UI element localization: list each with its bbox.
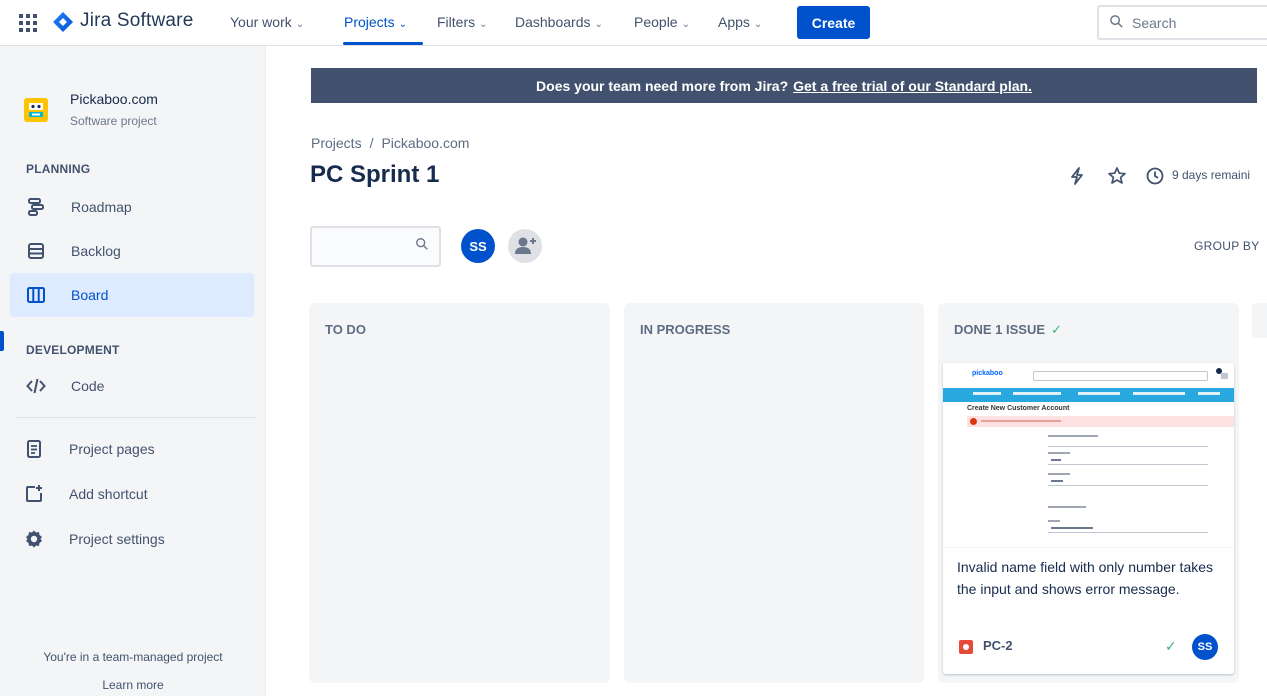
sidebar-item-project-settings[interactable]: Project settings [10, 517, 254, 561]
project-avatar[interactable] [24, 98, 48, 122]
check-icon: ✓ [1051, 322, 1062, 337]
board-icon [27, 287, 45, 303]
issue-card[interactable]: pickaboo Create New Customer Account Inv… [943, 363, 1234, 674]
board-search-input[interactable] [310, 226, 441, 267]
thumbnail-navbar [943, 388, 1234, 402]
create-button[interactable]: Create [797, 6, 870, 39]
backlog-icon [28, 243, 44, 259]
active-item-indicator [0, 331, 4, 351]
search-placeholder: Search [1132, 15, 1177, 31]
sidebar-item-code[interactable]: Code [10, 364, 254, 408]
bug-icon [959, 640, 973, 654]
project-type: Software project [70, 114, 157, 128]
thumbnail-logo: pickaboo [972, 370, 1003, 377]
sidebar-item-label: Add shortcut [69, 486, 148, 502]
column-title-wrap: DONE 1 ISSUE ✓ [954, 322, 1062, 338]
thumbnail-field [1048, 523, 1208, 533]
clock-icon [1146, 167, 1164, 185]
chevron-down-icon: ⌄ [295, 19, 305, 30]
sidebar-item-label: Project pages [69, 441, 155, 457]
learn-more-link[interactable]: Learn more [0, 678, 266, 692]
top-navigation: Jira Software Your work ⌄ Projects ⌄ Filte… [0, 0, 1267, 46]
column-title: DONE 1 ISSUE [954, 322, 1046, 337]
group-by-label[interactable]: GROUP BY [1194, 239, 1260, 253]
breadcrumb-projects[interactable]: Projects [311, 135, 362, 151]
chevron-down-icon: ⌄ [398, 19, 407, 30]
issue-assignee-avatar[interactable]: SS [1192, 634, 1218, 660]
sprint-days-remaining: 9 days remaini [1172, 168, 1251, 182]
jira-logo-icon[interactable] [52, 11, 74, 33]
sidebar-item-label: Code [71, 378, 105, 394]
thumbnail-field [1048, 437, 1208, 447]
sidebar-item-label: Project settings [69, 531, 165, 547]
gear-icon [26, 530, 42, 548]
thumbnail-user-icon [1216, 368, 1228, 379]
planning-heading: PLANNING [26, 162, 91, 176]
breadcrumb-project[interactable]: Pickaboo.com [381, 135, 469, 151]
column-title: TO DO [325, 322, 366, 337]
board-column-todo: TO DO [309, 303, 610, 683]
sidebar-item-project-pages[interactable]: Project pages [10, 427, 254, 471]
search-icon [416, 238, 428, 250]
sidebar-item-label: Backlog [71, 243, 121, 259]
chevron-down-icon: ⌄ [479, 19, 488, 30]
upgrade-banner: Does your team need more from Jira? Get … [311, 68, 1257, 103]
breadcrumb: Projects / Pickaboo.com [311, 135, 469, 151]
board-column-partial [1252, 303, 1267, 338]
sidebar-item-label: Roadmap [71, 199, 132, 215]
sidebar-item-add-shortcut[interactable]: Add shortcut [10, 472, 254, 516]
product-name[interactable]: Jira Software [80, 10, 193, 32]
app-switcher-icon[interactable] [16, 11, 40, 35]
issue-key[interactable]: PC-2 [983, 638, 1013, 653]
thumbnail-label [1048, 520, 1060, 522]
thumbnail-field [1048, 476, 1208, 486]
thumbnail-search [1033, 371, 1208, 381]
nav-projects[interactable]: Projects ⌄ [344, 14, 407, 30]
roadmap-icon [28, 198, 44, 216]
board-column-in-progress: IN PROGRESS [624, 303, 924, 683]
chevron-down-icon: ⌄ [681, 19, 690, 30]
nav-filters[interactable]: Filters ⌄ [437, 14, 488, 30]
nav-people[interactable]: People ⌄ [634, 14, 690, 30]
card-attachment-thumbnail: pickaboo Create New Customer Account [943, 363, 1234, 548]
sidebar-item-backlog[interactable]: Backlog [10, 229, 254, 273]
page-title: PC Sprint 1 [310, 161, 440, 188]
nav-your-work[interactable]: Your work ⌄ [230, 14, 304, 30]
sidebar-divider [16, 417, 256, 418]
thumbnail-error-bar [967, 416, 1234, 427]
done-check-icon: ✓ [1165, 638, 1177, 654]
thumbnail-label [1048, 506, 1086, 508]
nav-apps[interactable]: Apps ⌄ [718, 14, 762, 30]
sidebar-item-board[interactable]: Board [10, 273, 254, 317]
add-people-button[interactable] [508, 229, 542, 263]
free-trial-link[interactable]: Get a free trial of our Standard plan. [793, 78, 1032, 94]
code-icon [26, 378, 46, 394]
search-icon [1110, 15, 1123, 28]
issue-summary: Invalid name field with only number take… [957, 559, 1214, 597]
lightning-icon[interactable] [1067, 166, 1087, 186]
global-search-input[interactable]: Search [1097, 5, 1267, 40]
thumbnail-label [1048, 473, 1070, 475]
banner-text: Does your team need more from Jira? [536, 77, 789, 94]
thumbnail-title: Create New Customer Account [967, 405, 1070, 412]
chevron-down-icon: ⌄ [753, 19, 763, 30]
project-name[interactable]: Pickaboo.com [70, 91, 158, 107]
thumbnail-field [1048, 455, 1208, 465]
thumbnail-label [1048, 452, 1070, 454]
team-managed-notice: You're in a team-managed project [43, 650, 223, 664]
development-heading: DEVELOPMENT [26, 343, 120, 357]
assignee-filter-avatar[interactable]: SS [461, 229, 495, 263]
column-title: IN PROGRESS [640, 322, 731, 337]
sidebar-item-label: Board [71, 287, 109, 303]
chevron-down-icon: ⌄ [594, 19, 603, 30]
project-sidebar: Pickaboo.com Software project PLANNING R… [0, 46, 266, 696]
add-shortcut-icon [26, 485, 42, 502]
nav-dashboards[interactable]: Dashboards ⌄ [515, 14, 603, 30]
star-icon[interactable] [1107, 166, 1127, 186]
page-icon [27, 440, 41, 458]
breadcrumb-separator: / [369, 135, 374, 151]
nav-active-indicator [343, 42, 423, 45]
add-person-icon [515, 237, 536, 254]
sidebar-item-roadmap[interactable]: Roadmap [10, 185, 254, 229]
